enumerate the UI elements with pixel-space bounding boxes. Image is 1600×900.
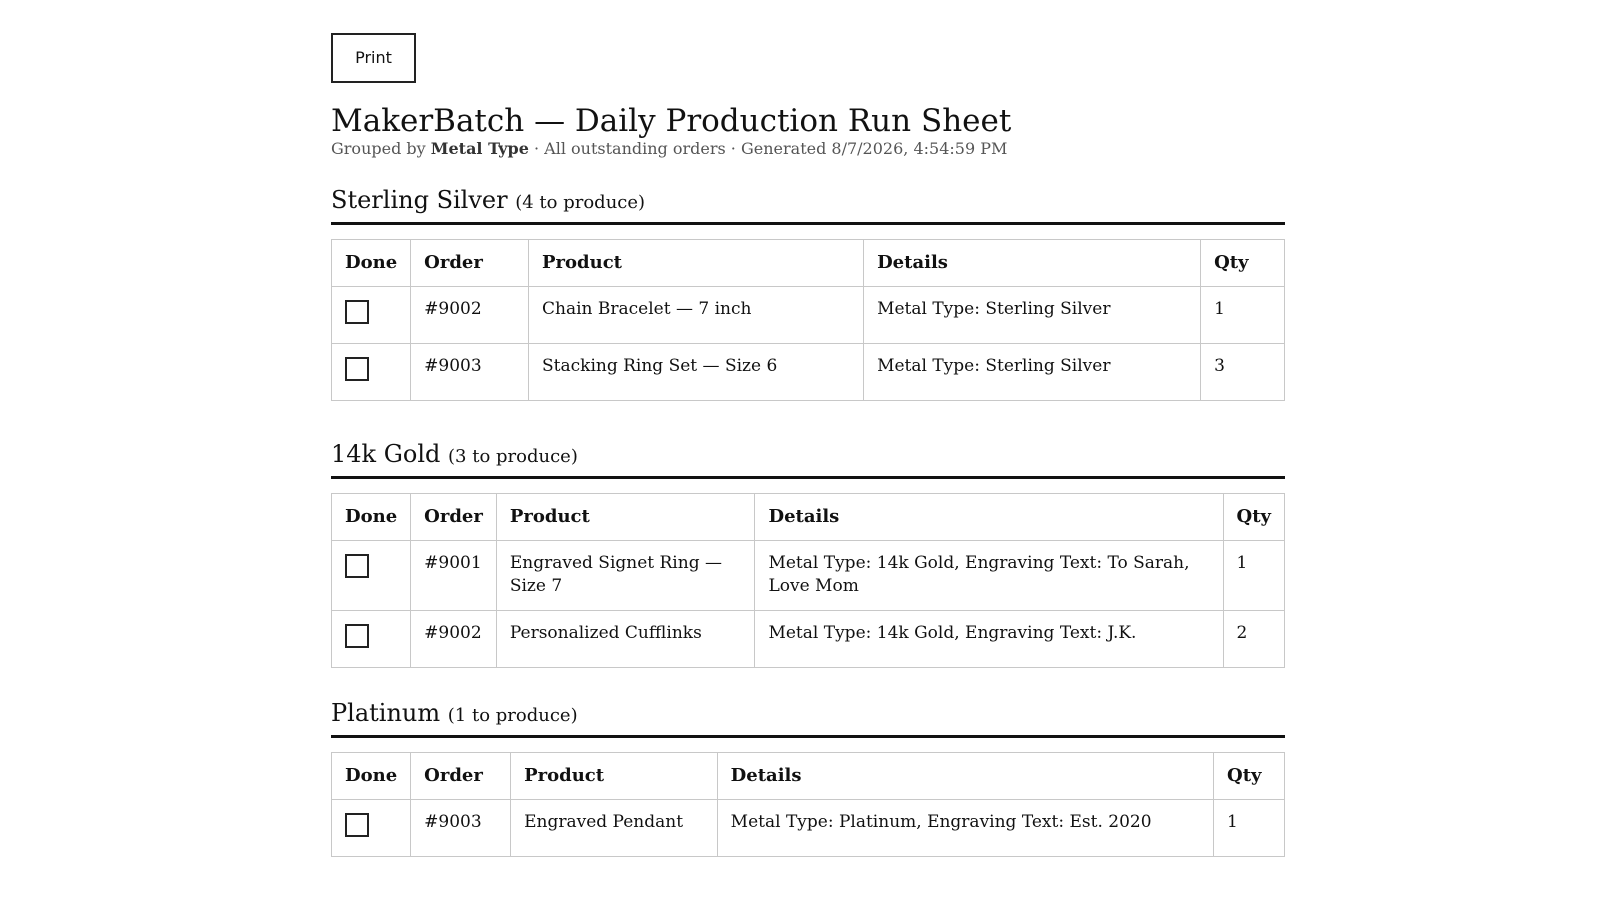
page-title: MakerBatch — Daily Production Run Sheet: [331, 103, 1012, 139]
group-heading: 14k Gold (3 to produce): [331, 439, 1285, 479]
group-count: (1 to produce): [447, 705, 578, 726]
group-heading: Sterling Silver (4 to produce): [331, 185, 1285, 225]
column-header-details: Details: [863, 239, 1202, 287]
details-cell: Metal Type: Platinum, Engraving Text: Es…: [716, 799, 1215, 857]
column-header-details: Details: [716, 752, 1215, 800]
qty-cell: 1: [1200, 286, 1285, 344]
column-header-done: Done: [330, 752, 412, 800]
details-cell: Metal Type: Sterling Silver: [863, 343, 1202, 401]
group-heading: Platinum (1 to produce): [331, 698, 1285, 738]
group-14k-gold: 14k Gold (3 to produce) Done Order Produ…: [330, 439, 1286, 668]
qty-cell: 1: [1222, 540, 1286, 611]
group-count: (3 to produce): [448, 446, 578, 467]
column-header-order: Order: [410, 239, 530, 287]
column-header-product: Product: [528, 239, 865, 287]
done-checkbox[interactable]: [345, 554, 369, 578]
table-row: #9002 Personalized Cufflinks Metal Type:…: [330, 610, 1286, 668]
table-row: #9002 Chain Bracelet — 7 inch Metal Type…: [330, 286, 1285, 344]
table-row: #9003 Engraved Pendant Metal Type: Plati…: [330, 799, 1285, 857]
column-header-done: Done: [330, 239, 412, 287]
table-header-row: Done Order Product Details Qty: [330, 493, 1286, 541]
column-header-details: Details: [754, 493, 1224, 541]
order-cell: #9003: [410, 799, 512, 857]
group-name: Sterling Silver: [331, 186, 508, 214]
order-cell: #9002: [410, 610, 497, 668]
done-checkbox[interactable]: [345, 813, 369, 837]
product-cell: Engraved Signet Ring — Size 7: [495, 540, 756, 611]
production-table: Done Order Product Details Qty #9002 Cha…: [330, 239, 1285, 401]
print-button[interactable]: Print: [331, 33, 416, 83]
done-checkbox[interactable]: [345, 357, 369, 381]
order-cell: #9001: [410, 540, 497, 611]
group-name: 14k Gold: [331, 440, 441, 468]
group-sterling-silver: Sterling Silver (4 to produce) Done Orde…: [330, 185, 1285, 401]
column-header-qty: Qty: [1213, 752, 1285, 800]
column-header-product: Product: [495, 493, 756, 541]
run-sheet-page: Print MakerBatch — Daily Production Run …: [330, 33, 1286, 857]
done-checkbox[interactable]: [345, 300, 369, 324]
grouped-by-prefix: Grouped by: [331, 139, 431, 158]
column-header-order: Order: [410, 752, 512, 800]
table-header-row: Done Order Product Details Qty: [330, 239, 1285, 287]
qty-cell: 1: [1213, 799, 1285, 857]
table-row: #9001 Engraved Signet Ring — Size 7 Meta…: [330, 540, 1286, 611]
column-header-qty: Qty: [1200, 239, 1285, 287]
column-header-done: Done: [330, 493, 412, 541]
product-cell: Engraved Pendant: [510, 799, 718, 857]
product-cell: Stacking Ring Set — Size 6: [528, 343, 865, 401]
column-header-qty: Qty: [1222, 493, 1286, 541]
details-cell: Metal Type: Sterling Silver: [863, 286, 1202, 344]
details-cell: Metal Type: 14k Gold, Engraving Text: J.…: [754, 610, 1224, 668]
page-subtitle: Grouped by Metal Type · All outstanding …: [331, 139, 1285, 159]
qty-cell: 2: [1222, 610, 1286, 668]
group-platinum: Platinum (1 to produce) Done Order Produ…: [330, 698, 1285, 857]
details-cell: Metal Type: 14k Gold, Engraving Text: To…: [754, 540, 1224, 611]
table-header-row: Done Order Product Details Qty: [330, 752, 1285, 800]
table-row: #9003 Stacking Ring Set — Size 6 Metal T…: [330, 343, 1285, 401]
group-count: (4 to produce): [515, 192, 646, 213]
done-checkbox[interactable]: [345, 624, 369, 648]
group-name: Platinum: [331, 699, 441, 727]
production-table: Done Order Product Details Qty #9001 Eng…: [330, 493, 1286, 668]
column-header-order: Order: [410, 493, 497, 541]
order-cell: #9003: [410, 343, 530, 401]
grouped-by-value: Metal Type: [430, 139, 529, 158]
production-table: Done Order Product Details Qty #9003 Eng…: [330, 752, 1285, 857]
product-cell: Personalized Cufflinks: [495, 610, 756, 668]
subtitle-meta: · All outstanding orders · Generated 8/7…: [528, 139, 1008, 158]
column-header-product: Product: [510, 752, 718, 800]
order-cell: #9002: [410, 286, 530, 344]
product-cell: Chain Bracelet — 7 inch: [528, 286, 865, 344]
qty-cell: 3: [1200, 343, 1285, 401]
